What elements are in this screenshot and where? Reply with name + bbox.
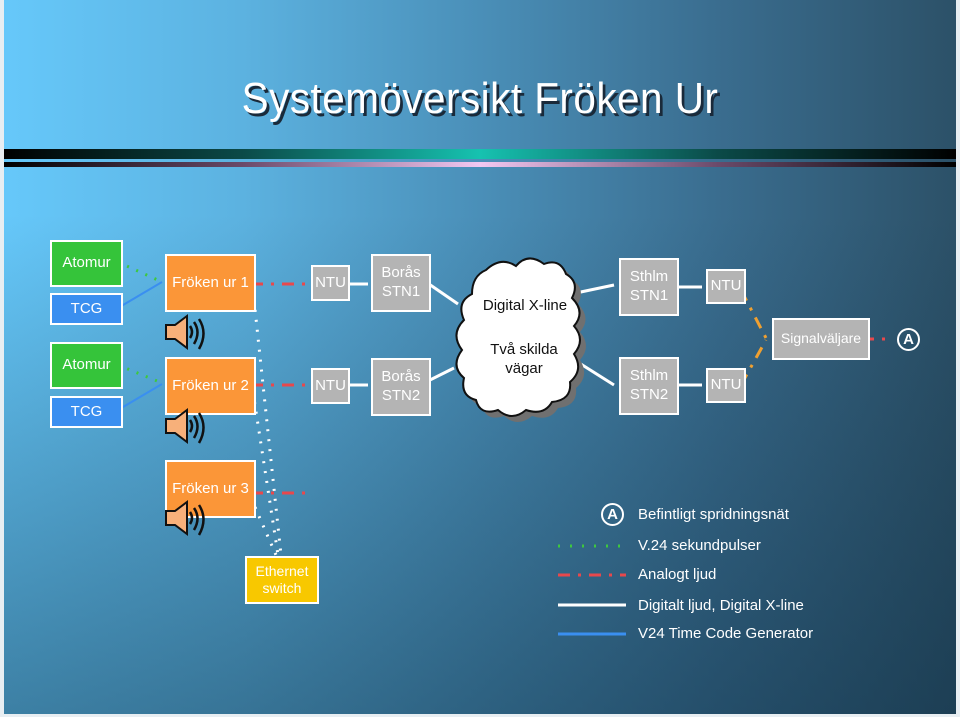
v24-pulse-line-1 [117,260,163,284]
atomur-box-1[interactable]: Atomur [50,240,123,287]
sthlm-stn1-box[interactable]: Sthlm STN1 [619,258,679,316]
ntu-boras-1[interactable]: NTU [311,265,350,301]
speaker-icon [165,314,205,350]
atomur-box-2[interactable]: Atomur [50,342,123,389]
legend-circle-a-icon: A [601,503,624,526]
legend-label-analog-audio: Analogt ljud [638,566,717,583]
v24-pulse-line-2 [117,363,163,385]
signalvaljare-box[interactable]: Signalväljare [772,318,870,360]
ntu-sthlm-2[interactable]: NTU [706,368,746,403]
tcg-box-2[interactable]: TCG [50,396,123,428]
tcg-box-1[interactable]: TCG [50,293,123,325]
cloud-label-two-paths: Två skilda vägar [490,341,558,377]
speaker-icon [165,500,205,536]
speaker-icon [165,408,205,444]
legend-label-time-code-generator: V24 Time Code Generator [638,625,814,642]
cloud-label-digital-x-line: Digital X-line [482,297,568,314]
ethernet-line-2 [251,391,280,556]
ntu-boras-2[interactable]: NTU [311,368,350,404]
tcg-line-1 [117,281,163,309]
boras-stn2-box[interactable]: Borås STN2 [371,358,431,416]
tcg-line-2 [117,383,163,411]
existing-network-marker: A [897,328,920,351]
ethernet-switch-box[interactable]: Ethernet switch [245,556,319,604]
sthlm-stn2-box[interactable]: Sthlm STN2 [619,357,679,415]
legend-label-existing-network: Befintligt spridningsnät [638,506,789,523]
legend-label-v24-pulses: V.24 sekundpulser [638,537,761,554]
digital-line-cloud-sthlm-1 [575,283,615,295]
boras-stn1-box[interactable]: Borås STN1 [371,254,431,312]
ntu-sthlm-1[interactable]: NTU [706,269,746,304]
legend-label-digital-audio: Digitalt ljud, Digital X-line [638,597,804,614]
froken-ur-1-box[interactable]: Fröken ur 1 [165,254,256,312]
froken-ur-2-box[interactable]: Fröken ur 2 [165,357,256,415]
